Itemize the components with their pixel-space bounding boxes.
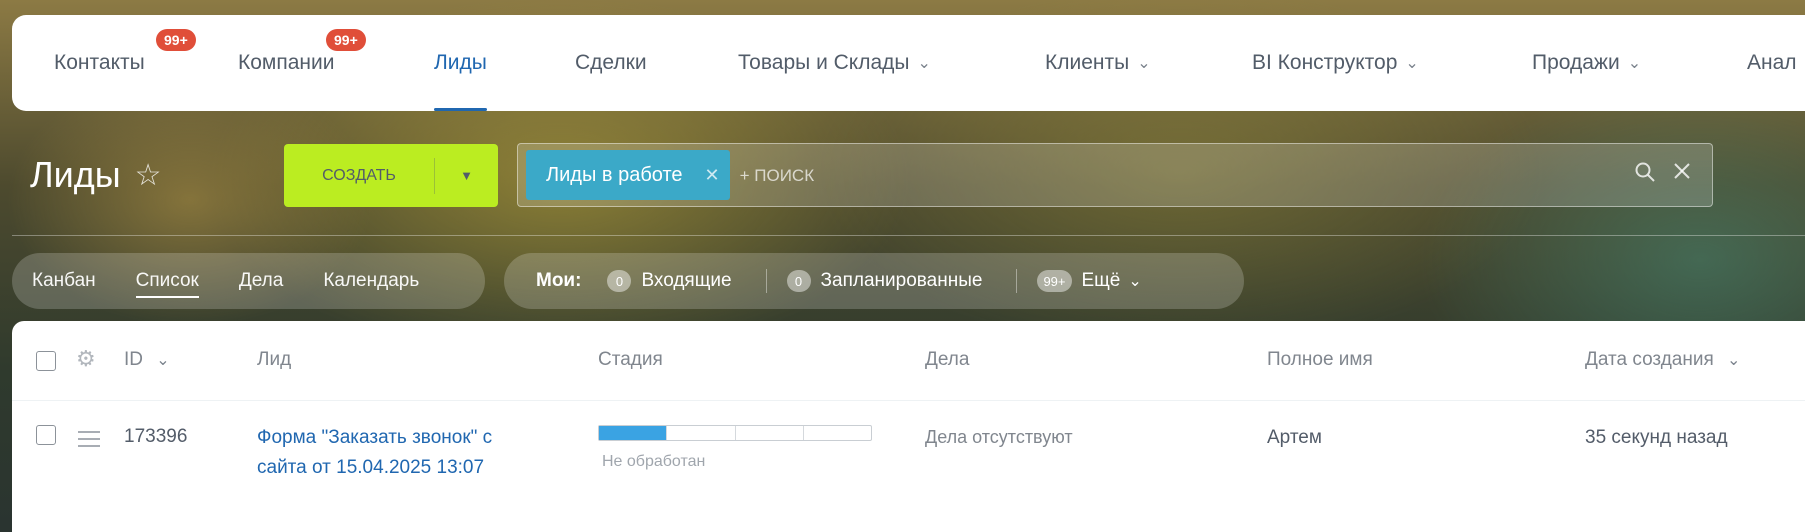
search-input[interactable] xyxy=(739,164,1540,186)
chevron-down-icon: ⌄ xyxy=(1627,55,1642,72)
table-row[interactable]: 173396 Форма "Заказать звонок" с сайта о… xyxy=(12,401,1805,531)
create-button[interactable]: СОЗДАТЬ ▼ xyxy=(284,144,498,207)
nav-item-analytics[interactable]: Анал xyxy=(1747,15,1797,111)
filter-chip[interactable]: Лиды в работе ✕ xyxy=(526,150,730,200)
notification-badge: 99+ xyxy=(156,29,196,51)
counters-label: Мои: xyxy=(536,270,582,291)
view-switcher: Канбан Список Дела Календарь xyxy=(12,253,485,309)
nav-item-label: Продажи xyxy=(1532,51,1620,74)
chevron-down-icon: ⌄ xyxy=(1727,352,1741,369)
column-header-created[interactable]: Дата создания ⌄ xyxy=(1585,349,1740,371)
top-navigation: Контакты 99+ Компании 99+ Лиды Сделки То… xyxy=(12,15,1805,111)
search-icon[interactable] xyxy=(1634,161,1656,189)
stage-progress-bar[interactable] xyxy=(598,425,872,441)
clear-icon[interactable] xyxy=(1672,161,1692,189)
create-button-label: СОЗДАТЬ xyxy=(322,166,396,184)
page-title: Лиды ☆ xyxy=(30,154,162,196)
stage-segment xyxy=(599,426,668,440)
counter-badge: 99+ xyxy=(1037,270,1072,292)
nav-item-clients[interactable]: Клиенты ⌄ xyxy=(1045,15,1151,111)
close-icon[interactable]: ✕ xyxy=(705,165,720,186)
view-list[interactable]: Список xyxy=(135,270,200,298)
stage-segment xyxy=(736,426,804,440)
column-header-id[interactable]: ID ⌄ xyxy=(124,349,170,371)
chevron-down-icon: ⌄ xyxy=(1405,55,1419,72)
cell-full-name: Артем xyxy=(1267,427,1322,448)
nav-item-sales[interactable]: Продажи ⌄ xyxy=(1532,15,1641,111)
nav-item-label: Лиды xyxy=(434,51,487,74)
nav-item-label: Клиенты xyxy=(1045,51,1130,74)
chevron-down-icon: ⌄ xyxy=(917,55,931,72)
dropdown-arrow-icon[interactable]: ▼ xyxy=(435,168,498,183)
cell-stage-label: Не обработан xyxy=(602,453,706,470)
cell-id: 173396 xyxy=(124,426,188,447)
search-filter-box[interactable]: Лиды в работе ✕ xyxy=(517,143,1713,207)
counter-incoming[interactable]: 0 Входящие xyxy=(607,270,732,292)
table-header: ⚙ ID ⌄ Лид Стадия Дела Полное имя Дата с… xyxy=(12,321,1805,401)
page-title-text: Лиды xyxy=(30,154,121,195)
counter-badge: 0 xyxy=(786,270,811,292)
cell-created: 35 секунд назад xyxy=(1585,427,1728,448)
chevron-down-icon: ⌄ xyxy=(1128,273,1142,290)
counter-more[interactable]: 99+ Ещё ⌄ xyxy=(1037,270,1142,292)
nav-item-leads[interactable]: Лиды xyxy=(434,15,487,111)
nav-item-label: Контакты xyxy=(54,51,145,74)
view-kanban[interactable]: Канбан xyxy=(32,270,96,292)
view-activities[interactable]: Дела xyxy=(239,270,283,292)
nav-item-label: Товары и Склады xyxy=(738,51,910,74)
chevron-down-icon: ⌄ xyxy=(1137,55,1151,72)
column-header-lead[interactable]: Лид xyxy=(257,349,291,371)
counter-planned[interactable]: 0 Запланированные xyxy=(786,270,983,292)
counter-label: Запланированные xyxy=(820,270,983,291)
counter-label: Ещё xyxy=(1081,270,1121,291)
chevron-down-icon: ⌄ xyxy=(156,352,170,369)
counters-bar: Мои: 0 Входящие 0 Запланированные 99+ Ещ… xyxy=(504,253,1244,309)
nav-item-bi-constructor[interactable]: BI Конструктор ⌄ xyxy=(1252,15,1419,111)
row-checkbox[interactable] xyxy=(36,425,56,445)
nav-item-label: Компании xyxy=(238,51,335,74)
cell-activities: Дела отсутствуют xyxy=(925,427,1073,447)
stage-segment xyxy=(804,426,871,440)
counter-label: Входящие xyxy=(641,270,732,291)
nav-item-contacts[interactable]: Контакты 99+ xyxy=(54,15,196,111)
stage-segment xyxy=(667,426,736,440)
nav-item-label: BI Конструктор xyxy=(1252,51,1398,74)
cell-lead-link[interactable]: Форма "Заказать звонок" с сайта от 15.04… xyxy=(257,423,547,483)
column-header-label: Дата создания xyxy=(1585,349,1714,370)
counter-divider xyxy=(765,269,767,293)
nav-item-label: Сделки xyxy=(575,51,647,74)
column-header-label: ID xyxy=(124,349,143,370)
nav-item-deals[interactable]: Сделки xyxy=(575,15,647,111)
nav-item-companies[interactable]: Компании 99+ xyxy=(238,15,366,111)
search-actions xyxy=(1634,161,1692,189)
nav-item-label: Анал xyxy=(1747,51,1797,74)
nav-item-products-warehouses[interactable]: Товары и Склады ⌄ xyxy=(738,15,931,111)
counter-divider xyxy=(1016,269,1018,293)
menu-icon[interactable] xyxy=(78,431,100,452)
column-header-stage[interactable]: Стадия xyxy=(598,349,663,371)
notification-badge: 99+ xyxy=(326,29,366,51)
header-divider xyxy=(12,235,1805,236)
select-all-checkbox[interactable] xyxy=(36,351,56,371)
star-icon[interactable]: ☆ xyxy=(135,158,162,193)
leads-table: ⚙ ID ⌄ Лид Стадия Дела Полное имя Дата с… xyxy=(12,321,1805,532)
column-header-full-name[interactable]: Полное имя xyxy=(1267,349,1373,371)
filter-chip-label: Лиды в работе xyxy=(546,163,683,186)
counter-badge: 0 xyxy=(607,270,632,292)
column-header-activities[interactable]: Дела xyxy=(925,349,969,371)
gear-icon[interactable]: ⚙ xyxy=(76,346,96,372)
view-calendar[interactable]: Календарь xyxy=(323,270,419,292)
